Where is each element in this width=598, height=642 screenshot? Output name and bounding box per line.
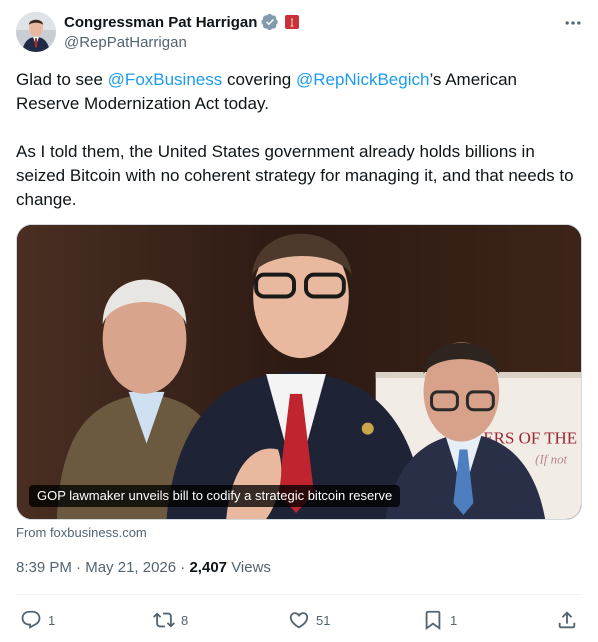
meta-separator: ·	[76, 559, 82, 576]
tweet-date[interactable]: May 21, 2026	[85, 559, 176, 576]
tweet-paragraph: As I told them, the United States govern…	[16, 142, 574, 209]
tweet-text: Glad to see @FoxBusiness covering @RepNi…	[16, 68, 582, 212]
bookmark-count: 1	[450, 612, 458, 628]
reply-icon	[21, 610, 41, 629]
author-block: Congressman Pat Harrigan @RepPatHarrigan	[64, 12, 301, 53]
tweet-time[interactable]: 8:39 PM	[16, 559, 72, 576]
repost-icon	[153, 612, 175, 628]
share-icon	[558, 611, 576, 629]
verified-badge-icon[interactable]	[261, 13, 279, 31]
avatar[interactable]	[16, 12, 56, 52]
more-icon	[565, 21, 581, 25]
link-card-headline[interactable]: GOP lawmaker unveils bill to codify a st…	[29, 485, 401, 507]
heart-icon	[289, 612, 309, 629]
tweet-paragraph: Glad to see @FoxBusiness covering @RepNi…	[16, 68, 582, 116]
user-handle[interactable]: @RepPatHarrigan	[64, 33, 301, 53]
svg-text:(If not: (If not	[535, 451, 567, 466]
tweet-card: Congressman Pat Harrigan @RepPatHarrigan	[0, 0, 598, 642]
divider	[16, 594, 582, 595]
views-count: 2,407	[189, 559, 228, 576]
action-bar: 1 8 51 1	[0, 604, 598, 636]
like-count: 51	[316, 612, 331, 628]
bookmark-icon	[425, 610, 441, 631]
bookmark-button[interactable]: 1	[422, 604, 457, 636]
avatar-photo	[16, 12, 56, 52]
link-card-image[interactable]: ERS OF THE D (If not GOP	[16, 224, 582, 520]
mention-link[interactable]: @FoxBusiness	[108, 70, 223, 89]
house-seal-icon[interactable]	[283, 13, 301, 31]
text-segment: Glad to see	[16, 70, 108, 89]
reply-count: 1	[48, 612, 56, 628]
link-source[interactable]: From foxbusiness.com	[16, 525, 147, 540]
text-segment: covering	[222, 70, 296, 89]
more-options-button[interactable]	[562, 12, 584, 34]
news-photo: ERS OF THE D (If not	[17, 225, 581, 519]
views-label: Views	[231, 559, 271, 576]
meta-separator: ·	[180, 559, 186, 576]
share-button[interactable]	[556, 604, 578, 636]
name-row: Congressman Pat Harrigan	[64, 12, 301, 32]
like-button[interactable]: 51	[288, 604, 330, 636]
reply-button[interactable]: 1	[20, 604, 55, 636]
tweet-meta: 8:39 PM · May 21, 2026 · 2,407 Views	[16, 558, 271, 578]
display-name[interactable]: Congressman Pat Harrigan	[64, 14, 257, 31]
repost-button[interactable]: 8	[153, 604, 188, 636]
repost-count: 8	[181, 612, 189, 628]
mention-link[interactable]: @RepNickBegich	[296, 70, 429, 89]
